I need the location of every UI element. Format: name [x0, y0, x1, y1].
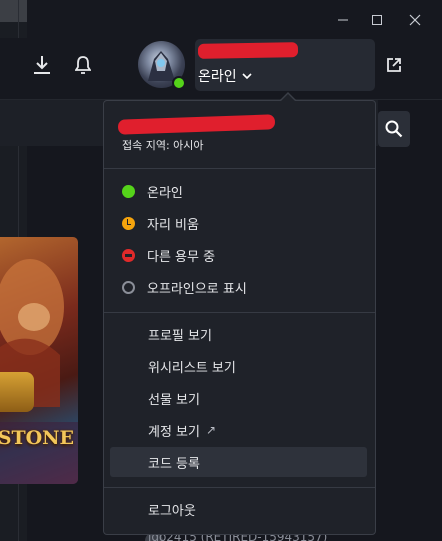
close-button[interactable] — [398, 1, 432, 39]
status-selector[interactable]: 온라인 — [198, 66, 253, 86]
menu-item-label: 코드 등록 — [148, 456, 200, 472]
redeem-code-item[interactable]: 코드 등록 — [110, 447, 367, 477]
external-link-icon: ↗ — [205, 423, 217, 437]
download-button[interactable] — [28, 51, 56, 79]
online-icon — [122, 184, 135, 198]
minimize-button[interactable] — [326, 1, 360, 39]
maximize-button[interactable] — [360, 1, 394, 39]
status-option-label: 오프라인으로 표시 — [147, 281, 247, 297]
minimize-icon — [338, 19, 348, 21]
search-button[interactable] — [378, 111, 410, 147]
logout-item[interactable]: 로그아웃 — [110, 494, 367, 524]
status-option-offline[interactable]: 오프라인으로 표시 — [104, 272, 375, 302]
online-status-dot — [172, 76, 186, 90]
game-logo-emblem — [0, 372, 34, 412]
view-gifts-item[interactable]: 선물 보기 — [110, 383, 367, 413]
busy-icon — [122, 248, 135, 262]
status-option-away[interactable]: 자리 비움 — [104, 208, 375, 238]
status-label: 온라인 — [198, 69, 237, 85]
menu-item-label: 프로필 보기 — [148, 328, 212, 344]
status-option-online[interactable]: 온라인 — [104, 176, 375, 206]
view-account-item[interactable]: 계정 보기 ↗ — [110, 415, 367, 445]
status-option-busy[interactable]: 다른 용무 중 — [104, 240, 375, 270]
bell-icon — [75, 56, 91, 74]
notifications-button[interactable] — [69, 51, 97, 79]
view-wishlist-item[interactable]: 위시리스트 보기 — [110, 351, 367, 381]
dropdown-caret-fill — [281, 94, 295, 101]
menu-item-label: 로그아웃 — [148, 503, 196, 519]
view-profile-item[interactable]: 프로필 보기 — [110, 319, 367, 349]
menu-divider — [104, 487, 375, 488]
region-label: 접속 지역: 아시아 — [122, 139, 204, 152]
menu-item-label: 선물 보기 — [148, 392, 200, 408]
redacted-username — [197, 42, 299, 59]
chevron-down-icon — [242, 73, 252, 80]
offline-icon — [122, 280, 135, 294]
status-option-label: 다른 용무 중 — [147, 249, 216, 265]
menu-item-label: 위시리스트 보기 — [148, 360, 236, 376]
status-option-label: 온라인 — [147, 185, 183, 201]
game-logo: STONE — [0, 418, 74, 458]
menu-divider — [104, 168, 375, 169]
game-logo-text: STONE — [0, 427, 74, 449]
close-icon — [409, 14, 421, 26]
status-option-label: 자리 비움 — [147, 217, 199, 233]
away-icon — [122, 216, 135, 230]
background-panel — [0, 0, 27, 22]
menu-divider — [104, 312, 375, 313]
external-link-icon — [387, 58, 401, 72]
search-icon — [385, 120, 403, 138]
menu-item-label: 계정 보기 — [148, 424, 200, 440]
external-link-button[interactable] — [380, 51, 408, 79]
maximize-icon — [372, 15, 382, 25]
download-icon — [34, 56, 50, 74]
